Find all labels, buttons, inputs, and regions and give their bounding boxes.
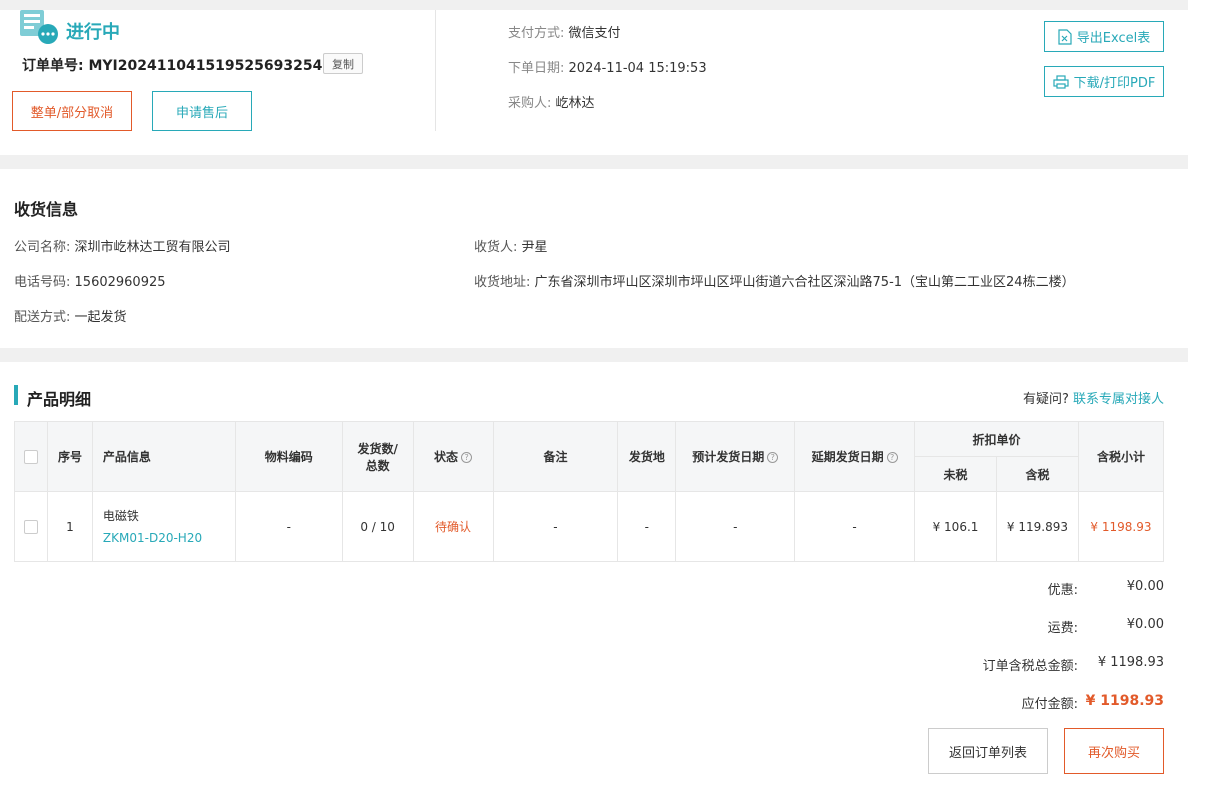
order-number-value: MYI20241104151952569325​4S [88,58,333,74]
shipping-title: 收货信息 [14,200,79,219]
order-status: 进行中 [66,22,120,43]
row-checkbox[interactable] [23,519,38,534]
back-to-orders-button[interactable]: 返回订单列表 [928,728,1048,774]
discount-row: 优惠: ¥0.00 [1047,579,1164,598]
buyer: 采购人: 屹林达 [508,96,595,111]
col-taxed: 含税 [995,456,1079,492]
total-row: 订单含税总金额: ¥ 1198.93 [982,655,1164,674]
question-text: 有疑问? [1022,392,1069,407]
row-seq: 1 [46,491,93,562]
product-detail-card: 产品明细 有疑问? 联系专属对接人 序号 产品信息 物料编码 发货数/ 总数 状… [0,362,1188,803]
select-all-checkbox[interactable] [23,449,38,464]
print-pdf-button[interactable]: 下载/打印PDF [1044,66,1164,97]
order-date: 下单日期: 2024-11-04 15:19:53 [508,61,707,76]
title-accent-bar [14,385,18,405]
company-name: 公司名称: 深圳市屹林达工贸有限公司 [14,240,231,255]
col-subtotal: 含税小计 [1077,421,1165,492]
after-sale-button[interactable]: 申请售后 [152,91,252,131]
help-icon[interactable]: ? [767,452,779,463]
divider [435,10,436,131]
select-all-cell [14,421,48,492]
row-eta: - [675,491,796,562]
receiver: 收货人: 尹星 [474,240,548,255]
row-delay: - [794,491,916,562]
row-subtotal: ¥ 1198.93 [1077,491,1165,562]
col-remark: 备注 [492,421,619,492]
row-shipped: 0 / 10 [341,491,414,562]
payment-method: 支付方式: 微信支付 [508,26,621,41]
row-untaxed: ¥ 106.1 [914,491,997,562]
product-table: 序号 产品信息 物料编码 发货数/ 总数 状态? 备注 发货地 预计发货日期? … [14,421,1165,562]
copy-button[interactable]: 复制 [323,53,363,74]
order-header-card: 进行中 订单单号: MYI20241104151952569325​4S 复制 … [0,10,1188,155]
row-material: - [234,491,343,562]
export-excel-button[interactable]: 导出Excel表 [1044,21,1164,52]
row-origin: - [617,491,677,562]
col-status: 状态? [412,421,494,492]
phone-number: 电话号码: 15602960925 [14,275,166,290]
buy-again-button[interactable]: 再次购买 [1064,728,1164,774]
export-excel-label: 导出Excel表 [1076,31,1151,46]
shipping-info-card: 收货信息 公司名称: 深圳市屹林达工贸有限公司 电话号码: 1560296092… [0,169,1188,348]
help-icon[interactable]: ? [461,452,473,463]
row-info: 电磁铁 ZKM01-D20-H20 [91,491,236,562]
excel-icon [1058,28,1072,45]
col-untaxed: 未税 [914,456,997,492]
delivery-method: 配送方式: 一起发货 [14,310,127,325]
row-status: 待确认 [412,491,494,562]
col-seq: 序号 [46,421,93,492]
shipping-address: 收货地址: 广东省深圳市坪山区深圳市坪山区坪山街道六合社区深汕路75-1（宝山第… [474,275,1075,290]
freight-row: 运费: ¥0.00 [1047,617,1164,636]
contact-link[interactable]: 联系专属对接人 [1073,392,1164,407]
row-remark: - [492,491,619,562]
col-delay: 延期发货日期? [794,421,916,492]
scrollbar-track[interactable] [1188,0,1211,803]
product-name: 电磁铁 [102,508,139,523]
col-info: 产品信息 [91,421,236,492]
print-pdf-label: 下载/打印PDF [1073,76,1156,91]
printer-icon [1053,74,1069,89]
col-shipped: 发货数/ 总数 [341,421,414,492]
row-checkbox-cell [14,491,48,562]
help-icon[interactable]: ? [886,452,898,463]
table-row: 1 电磁铁 ZKM01-D20-H20 - 0 / 10 待确认 - - - -… [14,491,1165,562]
col-material: 物料编码 [234,421,343,492]
product-model-link[interactable]: ZKM01-D20-H20 [103,527,235,549]
col-eta: 预计发货日期? [675,421,796,492]
order-number-label: 订单单号: [22,58,84,74]
order-status-icon [20,10,58,44]
product-title: 产品明细 [27,390,92,409]
row-taxed: ¥ 119.893 [995,491,1079,562]
payable-row: 应付金额: ¥ 1198.93 [1021,693,1164,712]
col-origin: 发货地 [617,421,677,492]
cancel-order-button[interactable]: 整单/部分取消 [12,91,132,131]
order-number: 订单单号: MYI20241104151952569325​4S [22,55,332,75]
col-price: 折扣单价 [914,421,1079,457]
contact-area: 有疑问? 联系专属对接人 [1023,388,1164,407]
